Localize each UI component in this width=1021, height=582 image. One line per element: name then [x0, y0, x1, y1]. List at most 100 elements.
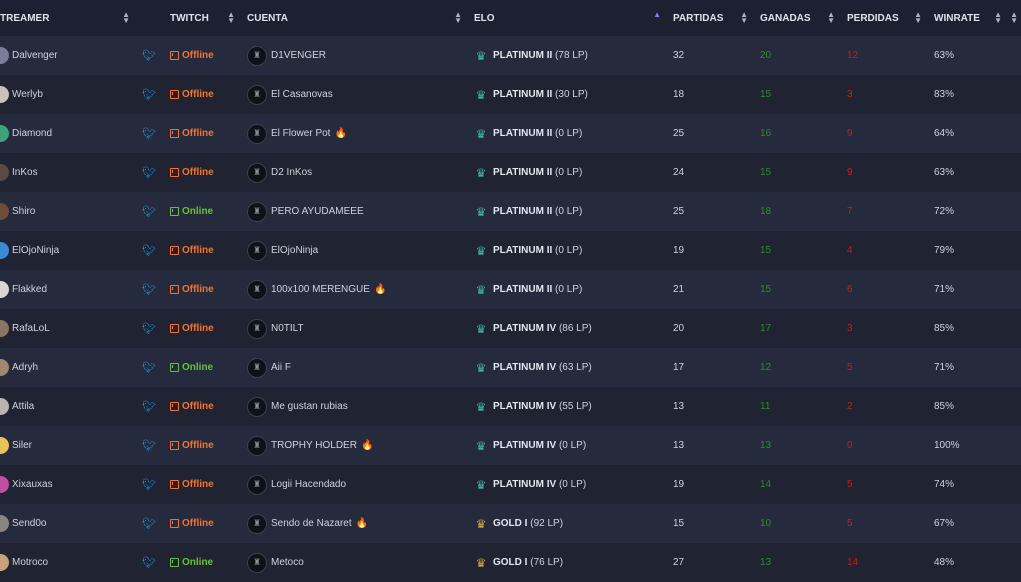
account-name[interactable]: Me gustan rubias	[271, 401, 348, 412]
twitch-status-link[interactable]: Offline	[170, 440, 241, 451]
account-name[interactable]: Logii Hacendado	[271, 479, 346, 490]
twitter-icon[interactable]: 🐦︎	[142, 479, 156, 491]
avatar[interactable]	[0, 125, 9, 142]
avatar[interactable]	[0, 86, 9, 103]
header-ganadas[interactable]: GANADAS ▲ ▼	[754, 0, 841, 36]
twitter-icon[interactable]: 🐦︎	[142, 128, 156, 140]
cell-elo: ♛ PLATINUM II (0 LP)	[468, 114, 667, 153]
twitch-status-link[interactable]: Offline	[170, 50, 241, 61]
cell-ganadas: 12	[760, 362, 772, 373]
header-twitch[interactable]: TWITCH ▲ ▼	[164, 0, 241, 36]
account-name[interactable]: El Casanovas	[271, 89, 333, 100]
summoner-icon: ♜	[247, 552, 267, 573]
avatar[interactable]	[0, 281, 9, 298]
streamer-name[interactable]: Adryh	[12, 362, 38, 373]
streamer-name[interactable]: Flakked	[12, 284, 47, 295]
twitch-status-link[interactable]: Online	[170, 362, 241, 373]
twitter-icon[interactable]: 🐦︎	[142, 362, 156, 374]
account-name[interactable]: ElOjoNinja	[271, 245, 318, 256]
elo-lp: (0 LP)	[555, 284, 583, 295]
account-name[interactable]: D1VENGER	[271, 50, 326, 61]
streamer-name[interactable]: Xixauxas	[12, 479, 53, 490]
streamer-name[interactable]: Dalvenger	[12, 50, 58, 61]
streamer-name[interactable]: Werlyb	[12, 89, 43, 100]
streamer-name[interactable]: Send0o	[12, 518, 46, 529]
cell-extra	[1008, 504, 1021, 543]
avatar[interactable]	[0, 242, 9, 259]
twitter-icon[interactable]: 🐦︎	[142, 206, 156, 218]
avatar[interactable]	[0, 476, 9, 493]
avatar[interactable]	[0, 203, 9, 220]
avatar[interactable]	[0, 47, 9, 64]
table-header: TREAMER ▲ ▼ TWITCH ▲ ▼ CUENTA ▲ ▼ ELO ▲ PARTIDA…	[0, 0, 1021, 36]
account-name[interactable]: N0TILT	[271, 323, 304, 334]
cell-extra	[1008, 543, 1021, 582]
streamer-name[interactable]: ElOjoNinja	[12, 245, 59, 256]
twitch-status-link[interactable]: Offline	[170, 167, 241, 178]
avatar[interactable]	[0, 437, 9, 454]
avatar[interactable]	[0, 359, 9, 376]
account-name[interactable]: Sendo de Nazaret	[271, 518, 352, 529]
elo-tier: PLATINUM IV	[493, 479, 557, 490]
account-name[interactable]: Metoco	[271, 557, 304, 568]
twitter-icon[interactable]: 🐦︎	[142, 89, 156, 101]
twitch-status-link[interactable]: Offline	[170, 479, 241, 490]
twitch-status-link[interactable]: Offline	[170, 245, 241, 256]
account-name[interactable]: TROPHY HOLDER	[271, 440, 357, 451]
twitch-icon	[170, 363, 179, 372]
header-streamer[interactable]: TREAMER ▲ ▼	[0, 0, 136, 36]
twitter-icon[interactable]: 🐦︎	[142, 401, 156, 413]
cell-partidas: 32	[673, 50, 685, 61]
twitch-status-link[interactable]: Offline	[170, 518, 241, 529]
streamer-name[interactable]: RafaLoL	[12, 323, 50, 334]
cell-twitch: Offline	[164, 231, 241, 270]
streamer-name[interactable]: Motroco	[12, 557, 48, 568]
twitter-icon[interactable]: 🐦︎	[142, 245, 156, 257]
cell-streamer: Flakked	[0, 270, 136, 309]
rank-emblem-icon: ♛	[475, 87, 487, 102]
twitch-status-link[interactable]: Offline	[170, 128, 241, 139]
cell-perdidas: 6	[847, 284, 853, 295]
twitter-icon[interactable]: 🐦︎	[142, 518, 156, 530]
avatar[interactable]	[0, 164, 9, 181]
twitch-status-link[interactable]: Offline	[170, 401, 241, 412]
elo-lp: (63 LP)	[558, 362, 592, 373]
cell-perdidas: 2	[847, 401, 853, 412]
account-name[interactable]: Aii F	[271, 362, 291, 373]
header-elo[interactable]: ELO ▲	[468, 0, 667, 36]
sort-icon: ▲ ▼	[454, 10, 462, 25]
streamer-name[interactable]: Diamond	[12, 128, 52, 139]
streamer-name[interactable]: Attila	[12, 401, 34, 412]
avatar[interactable]	[0, 320, 9, 337]
twitter-icon[interactable]: 🐦︎	[142, 167, 156, 179]
twitch-status-link[interactable]: Offline	[170, 89, 241, 100]
cell-twitch: Online	[164, 192, 241, 231]
account-name[interactable]: 100x100 MERENGUE	[271, 284, 370, 295]
account-name[interactable]: PERO AYUDAMEEE	[271, 206, 364, 217]
twitter-icon[interactable]: 🐦︎	[142, 284, 156, 296]
avatar[interactable]	[0, 515, 9, 532]
avatar[interactable]	[0, 554, 9, 571]
avatar[interactable]	[0, 398, 9, 415]
header-extra[interactable]: ▲ ▼	[1008, 0, 1021, 36]
cell-ganadas: 18	[760, 206, 772, 217]
header-partidas[interactable]: PARTIDAS ▲ ▼	[667, 0, 754, 36]
twitter-icon[interactable]: 🐦︎	[142, 440, 156, 452]
elo-tier: PLATINUM II	[493, 245, 553, 256]
streamer-name[interactable]: Shiro	[12, 206, 35, 217]
twitter-icon[interactable]: 🐦︎	[142, 50, 156, 62]
streamer-name[interactable]: Siler	[12, 440, 32, 451]
account-name[interactable]: El Flower Pot	[271, 128, 330, 139]
account-name[interactable]: D2 InKos	[271, 167, 312, 178]
twitter-icon[interactable]: 🐦︎	[142, 557, 156, 569]
twitch-status-link[interactable]: Offline	[170, 284, 241, 295]
header-winrate[interactable]: WINRATE ▲ ▼	[928, 0, 1008, 36]
header-perdidas[interactable]: PERDIDAS ▲ ▼	[841, 0, 928, 36]
twitch-status-link[interactable]: Online	[170, 557, 241, 568]
streamer-name[interactable]: InKos	[12, 167, 38, 178]
cell-partidas: 17	[673, 362, 685, 373]
twitter-icon[interactable]: 🐦︎	[142, 323, 156, 335]
twitch-status-link[interactable]: Offline	[170, 323, 241, 334]
twitch-status-link[interactable]: Online	[170, 206, 241, 217]
header-cuenta[interactable]: CUENTA ▲ ▼	[241, 0, 468, 36]
